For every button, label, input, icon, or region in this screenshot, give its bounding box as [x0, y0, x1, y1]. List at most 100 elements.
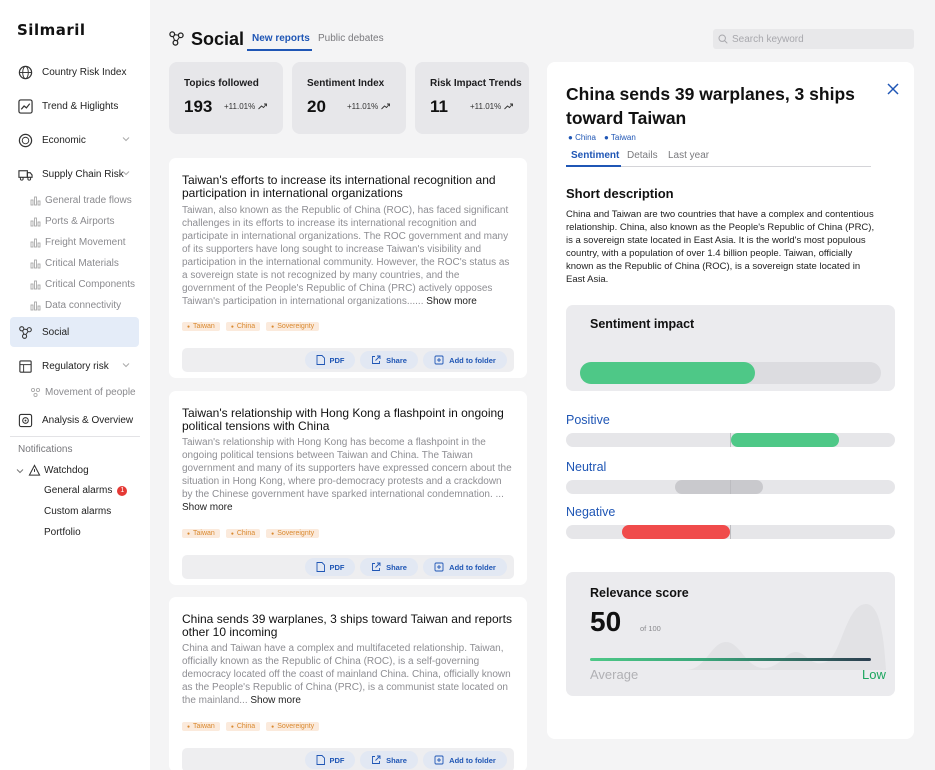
pdf-button[interactable]: PDF: [305, 351, 355, 369]
tab-new-reports[interactable]: New reports: [252, 33, 310, 44]
tag[interactable]: Taiwan: [182, 322, 220, 331]
sidebar-item-watchdog[interactable]: Watchdog: [16, 464, 89, 477]
network-icon: [18, 325, 33, 340]
bar-midline: [730, 480, 731, 494]
detail-tag[interactable]: ● China: [568, 133, 596, 142]
sidebar-subitem-critical-components[interactable]: Critical Components: [30, 279, 135, 290]
search-icon: [718, 34, 728, 44]
sidebar-item-general-alarms[interactable]: General alarms 1: [44, 485, 128, 496]
share-icon: [371, 755, 381, 765]
chevron-down-icon[interactable]: [122, 361, 130, 369]
show-more-link[interactable]: Show more: [250, 695, 301, 706]
share-button[interactable]: Share: [360, 558, 418, 576]
relevance-gradient-line: [590, 658, 871, 661]
subitem-label: Critical Materials: [45, 258, 119, 269]
add-to-folder-button[interactable]: Add to folder: [423, 751, 507, 769]
detail-tag-label: Taiwan: [610, 133, 636, 142]
negative-bar: [566, 525, 895, 539]
stat-change: +11.01%: [224, 102, 268, 111]
show-more-link[interactable]: Show more: [426, 296, 477, 307]
sidebar-item-analysis-overview[interactable]: Analysis & Overview: [10, 405, 139, 435]
sidebar-item-label: Social: [42, 326, 70, 338]
sidebar-item-economic[interactable]: Economic: [10, 125, 139, 155]
bar-midline: [730, 525, 731, 539]
detail-tag[interactable]: ● Taiwan: [604, 133, 636, 142]
tag[interactable]: China: [225, 322, 261, 331]
share-button[interactable]: Share: [360, 351, 418, 369]
show-more-link[interactable]: Show more: [182, 502, 233, 513]
report-card[interactable]: China sends 39 warplanes, 3 ships toward…: [169, 597, 527, 770]
sidebar-subitem-movement-of-people[interactable]: Movement of people: [30, 387, 136, 398]
pdf-icon: [316, 755, 325, 765]
pdf-button[interactable]: PDF: [305, 558, 355, 576]
chevron-down-icon[interactable]: [122, 169, 130, 177]
sidebar-item-custom-alarms[interactable]: Custom alarms: [44, 506, 111, 517]
sidebar-item-regulatory-risk[interactable]: Regulatory risk: [10, 351, 139, 381]
report-card[interactable]: Taiwan's relationship with Hong Kong a f…: [169, 391, 527, 585]
detail-title: China sends 39 warplanes, 3 ships toward…: [566, 84, 855, 128]
close-icon[interactable]: [886, 82, 900, 96]
app-logo: Silmaril: [17, 21, 86, 39]
sidebar-item-country-risk-index[interactable]: Country Risk Index: [10, 57, 139, 87]
tab-public-debates[interactable]: Public debates: [318, 33, 384, 44]
report-title[interactable]: Taiwan's relationship with Hong Kong a f…: [182, 407, 512, 433]
sidebar-subitem-ports-airports[interactable]: Ports & Airports: [30, 216, 114, 227]
chevron-down-icon[interactable]: [122, 135, 130, 143]
sidebar-item-label: Analysis & Overview: [42, 414, 134, 426]
tag[interactable]: China: [225, 722, 261, 731]
report-body-text: Taiwan, also known as the Republic of Ch…: [182, 205, 510, 307]
tag[interactable]: Sovereignty: [266, 322, 320, 331]
relevance-score-card: Relevance score 50 of 100 Average Low: [566, 572, 895, 696]
sidebar-item-supply-chain-risk[interactable]: Supply Chain Risk: [10, 159, 139, 189]
sidebar-subitem-data-connectivity[interactable]: Data connectivity: [30, 300, 121, 311]
sidebar-item-social[interactable]: Social: [10, 317, 139, 347]
share-label: Share: [386, 355, 407, 365]
tab-details[interactable]: Details: [627, 150, 658, 161]
report-card[interactable]: Taiwan's efforts to increase its interna…: [169, 158, 527, 378]
sidebar-subitem-general-trade-flows[interactable]: General trade flows: [30, 195, 132, 206]
report-body-text: China and Taiwan have a complex and mult…: [182, 643, 511, 706]
scale-icon: [18, 359, 33, 374]
detail-tag-label: China: [575, 133, 596, 142]
stat-value: 193: [184, 97, 213, 116]
report-title[interactable]: China sends 39 warplanes, 3 ships toward…: [182, 613, 512, 639]
stat-card-risk-impact-trends: Risk Impact Trends 11 +11.01%: [415, 62, 529, 134]
stat-card-sentiment-index: Sentiment Index 20 +11.01%: [292, 62, 406, 134]
page-title: Social: [191, 29, 245, 49]
subitem-label: Movement of people: [45, 387, 136, 398]
subitem-label: Freight Movement: [45, 237, 126, 248]
bar-chart-icon: [30, 258, 41, 269]
search-input[interactable]: [732, 33, 912, 45]
report-body: Taiwan, also known as the Republic of Ch…: [182, 204, 514, 308]
sidebar-item-trend-highlights[interactable]: Trend & Higlights: [10, 91, 139, 121]
pdf-label: PDF: [329, 755, 345, 765]
add-to-folder-button[interactable]: Add to folder: [423, 558, 507, 576]
chevron-down-icon[interactable]: [16, 467, 25, 475]
tag-list: Taiwan China Sovereignty: [182, 722, 320, 731]
sidebar-subitem-freight-movement[interactable]: Freight Movement: [30, 237, 126, 248]
tag[interactable]: Taiwan: [182, 722, 220, 731]
sidebar-subitem-critical-materials[interactable]: Critical Materials: [30, 258, 119, 269]
tab-sentiment[interactable]: Sentiment: [571, 150, 619, 161]
subitem-label: Data connectivity: [45, 300, 122, 311]
report-title[interactable]: Taiwan's efforts to increase its interna…: [182, 174, 512, 200]
stat-change-value: +11.01%: [470, 102, 502, 111]
relevance-value: 50: [590, 606, 622, 637]
bar-midline: [730, 433, 731, 447]
bar-chart-icon: [30, 195, 41, 206]
stat-card-topics-followed: Topics followed 193 +11.01%: [169, 62, 283, 134]
tag[interactable]: Sovereignty: [266, 529, 320, 538]
tag[interactable]: Sovereignty: [266, 722, 320, 731]
tag[interactable]: China: [225, 529, 261, 538]
sidebar-item-portfolio[interactable]: Portfolio: [44, 527, 81, 538]
tab-last-year[interactable]: Last year: [668, 150, 709, 161]
network-icon: [168, 30, 185, 47]
search-box[interactable]: [713, 29, 914, 49]
tag[interactable]: Taiwan: [182, 529, 220, 538]
add-to-folder-button[interactable]: Add to folder: [423, 351, 507, 369]
share-button[interactable]: Share: [360, 751, 418, 769]
pdf-label: PDF: [329, 562, 345, 572]
pdf-button[interactable]: PDF: [305, 751, 355, 769]
positive-bar-fill: [730, 433, 840, 447]
bar-chart-icon: [30, 279, 41, 290]
